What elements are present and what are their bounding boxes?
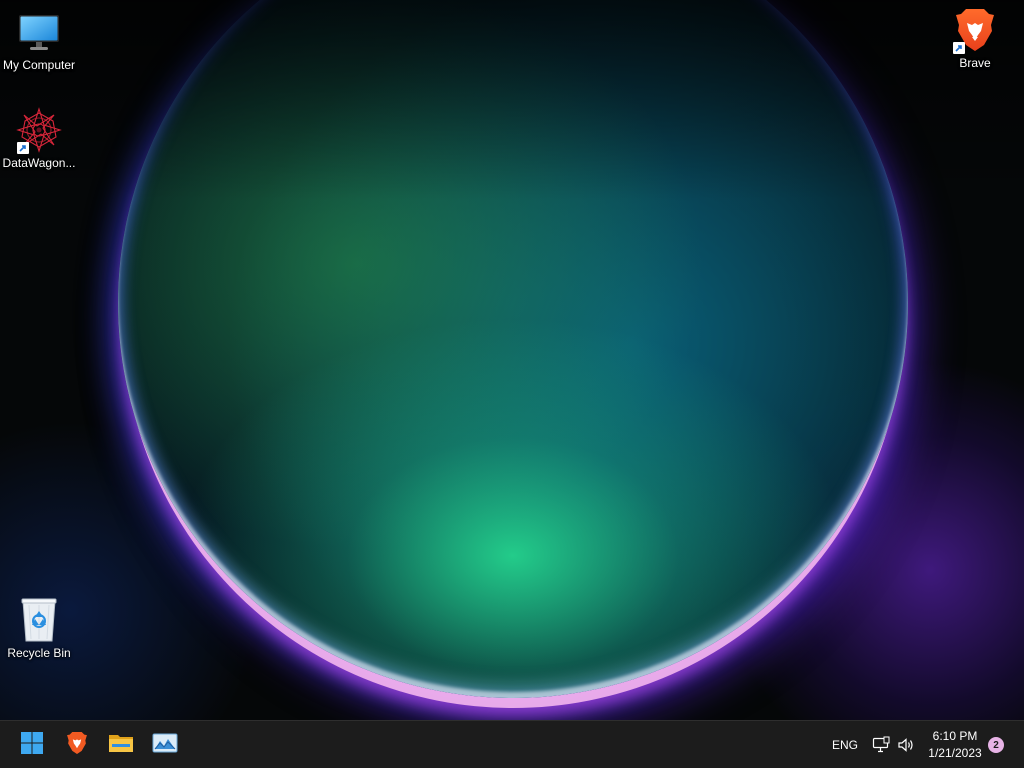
datawagon-app-icon <box>15 106 63 154</box>
desktop-icon-recycle-bin[interactable]: Recycle Bin <box>1 596 77 660</box>
desktop-icon-my-computer[interactable]: My Computer <box>1 8 77 72</box>
desktop-icon-label: My Computer <box>2 58 76 72</box>
recycle-bin-icon <box>15 596 63 644</box>
desktop-icon-brave[interactable]: Brave <box>937 6 1013 70</box>
desktop[interactable]: My Computer DataWagon... Recycle Bin Bra… <box>0 0 1024 720</box>
taskbar: ENG 6:10 PM 1/21/2023 2 <box>0 720 1024 768</box>
shortcut-arrow-icon <box>953 42 965 54</box>
clock[interactable]: 6:10 PM 1/21/2023 <box>920 728 990 762</box>
clock-date: 1/21/2023 <box>928 746 982 760</box>
wallpaper-shade <box>0 0 1024 200</box>
desktop-icon-label: Recycle Bin <box>7 646 71 660</box>
brave-lion-icon <box>66 731 88 760</box>
photo-icon <box>152 732 178 759</box>
windows-logo-icon <box>20 731 44 760</box>
clock-time: 6:10 PM <box>932 729 978 743</box>
brave-lion-icon <box>951 6 999 54</box>
taskbar-brave-button[interactable] <box>57 725 97 765</box>
desktop-icon-label: DataWagon... <box>2 156 76 170</box>
desktop-icon-datawagon[interactable]: DataWagon... <box>1 106 77 170</box>
shortcut-arrow-icon <box>17 142 29 154</box>
network-icon[interactable] <box>872 736 890 759</box>
speaker-icon[interactable] <box>897 736 915 759</box>
notification-badge[interactable]: 2 <box>988 737 1004 753</box>
taskbar-file-explorer-button[interactable] <box>101 725 141 765</box>
monitor-icon <box>15 8 63 56</box>
start-button[interactable] <box>12 725 52 765</box>
desktop-icon-label: Brave <box>959 56 991 70</box>
taskbar-image-viewer-button[interactable] <box>145 725 185 765</box>
language-indicator[interactable]: ENG <box>832 738 858 752</box>
folder-icon <box>108 732 134 759</box>
